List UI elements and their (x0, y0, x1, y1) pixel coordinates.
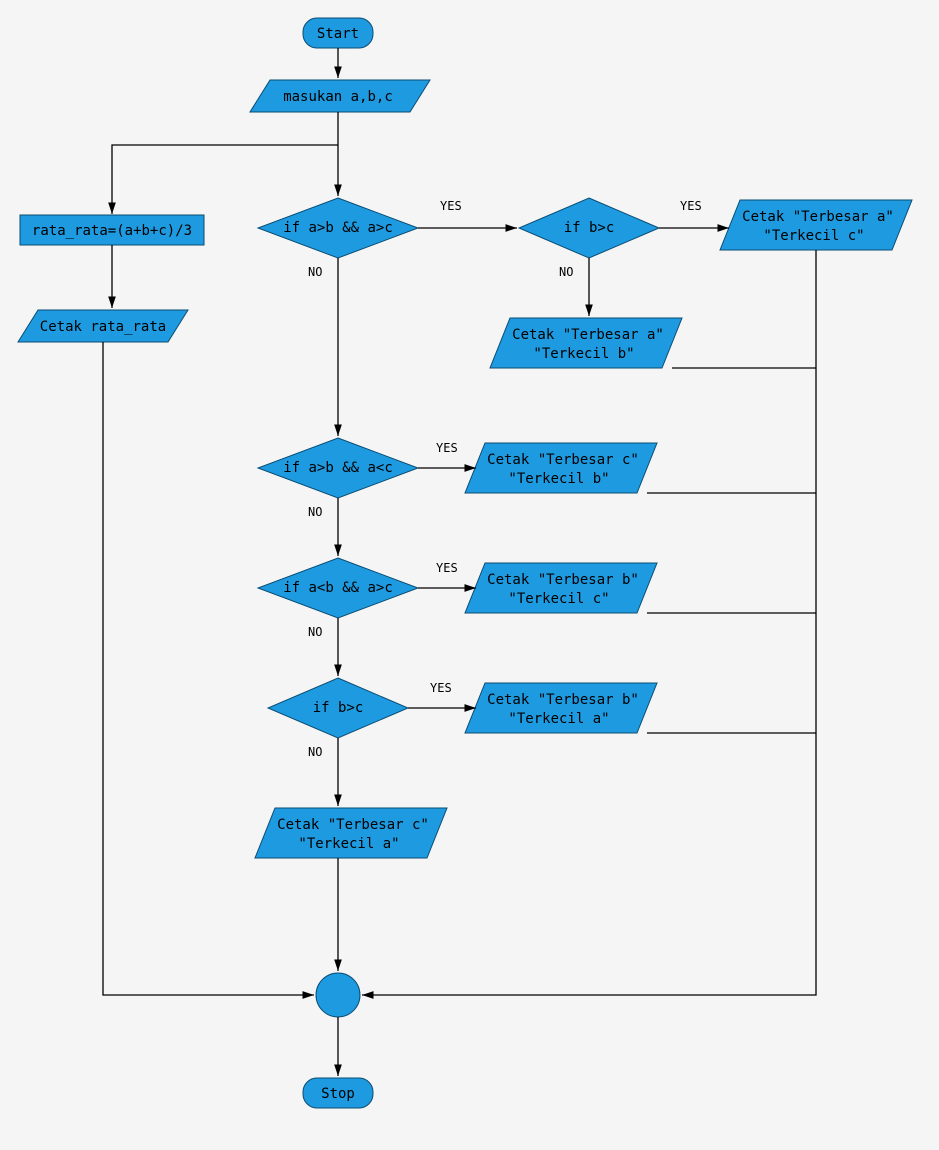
output-b-a-line2: "Terkecil a" (508, 711, 609, 727)
edge-rail-junction (362, 733, 816, 995)
output-c-b-line1: Cetak "Terbesar c" (487, 452, 639, 468)
output-a-b-line1: Cetak "Terbesar a" (512, 327, 664, 343)
process-avg-label: rata_rata=(a+b+c)/3 (32, 223, 192, 239)
output-c-b-line2: "Terkecil b" (508, 471, 609, 487)
dec1b-no-label: NO (559, 265, 573, 279)
decision-1b-label: if b>c (564, 220, 615, 236)
start-label: Start (317, 26, 359, 42)
output-b-c-line1: Cetak "Terbesar b" (487, 572, 639, 588)
edge-printavg-junction (103, 342, 314, 995)
output-a-b-line2: "Terkecil b" (533, 346, 634, 362)
stop-label: Stop (321, 1086, 355, 1102)
output-b-a-line1: Cetak "Terbesar b" (487, 692, 639, 708)
dec1-no-label: NO (308, 265, 322, 279)
output-b-c-line2: "Terkecil c" (508, 591, 609, 607)
dec2-no-label: NO (308, 505, 322, 519)
dec1-yes-label: YES (440, 199, 462, 213)
dec4-yes-label: YES (430, 681, 452, 695)
dec2-yes-label: YES (436, 441, 458, 455)
dec4-no-label: NO (308, 745, 322, 759)
dec3-yes-label: YES (436, 561, 458, 575)
input-label: masukan a,b,c (283, 89, 393, 105)
decision-4-label: if b>c (313, 700, 364, 716)
output-c-a-line1: Cetak "Terbesar c" (277, 817, 429, 833)
decision-3-label: if a<b && a>c (283, 580, 393, 596)
print-avg-label: Cetak rata_rata (40, 319, 166, 335)
dec3-no-label: NO (308, 625, 322, 639)
output-a-c-line1: Cetak "Terbesar a" (742, 209, 894, 225)
output-a-c-line2: "Terkecil c" (763, 228, 864, 244)
decision-1-label: if a>b && a>c (283, 220, 393, 236)
dec1b-yes-label: YES (680, 199, 702, 213)
output-c-a-line2: "Terkecil a" (298, 836, 399, 852)
decision-2-label: if a>b && a<c (283, 460, 393, 476)
flowchart-canvas: Start masukan a,b,c rata_rata=(a+b+c)/3 … (0, 0, 939, 1150)
junction-node (316, 973, 360, 1017)
edge-input-avg (112, 145, 338, 214)
